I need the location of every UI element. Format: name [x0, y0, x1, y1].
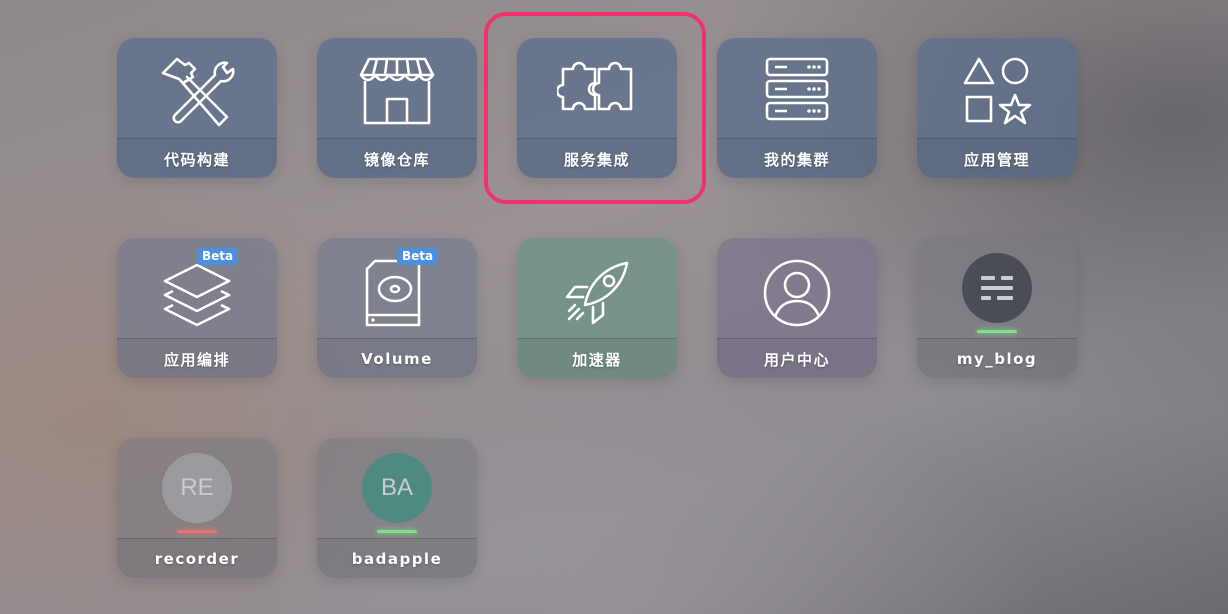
tile-label: my_blog — [917, 338, 1077, 378]
tile-label: 服务集成 — [517, 138, 677, 178]
status-indicator — [377, 530, 417, 533]
beta-badge: Beta — [197, 248, 239, 265]
tile-icon-area: RE — [117, 438, 277, 538]
rocket-icon — [557, 253, 637, 333]
tile-icon-area — [517, 38, 677, 138]
user-icon — [757, 253, 837, 333]
tile-icon-area: BA — [317, 438, 477, 538]
status-indicator — [177, 530, 217, 533]
app-tile-user-center[interactable]: 用户中心 — [717, 238, 877, 378]
tools-icon — [157, 53, 237, 133]
tile-label: 代码构建 — [117, 138, 277, 178]
tile-label: 加速器 — [517, 338, 677, 378]
tile-label: 我的集群 — [717, 138, 877, 178]
tile-icon-area — [717, 238, 877, 338]
tile-label: 用户中心 — [717, 338, 877, 378]
tile-label: Volume — [317, 338, 477, 378]
tile-icon-area: Beta — [317, 238, 477, 338]
tile-icon-area — [917, 238, 1077, 338]
app-tile-recorder[interactable]: RE recorder — [117, 438, 277, 578]
app-tile-my-cluster[interactable]: 我的集群 — [717, 38, 877, 178]
tile-icon-area — [317, 38, 477, 138]
stack-icon — [962, 253, 1032, 323]
disk-icon — [357, 253, 437, 333]
tile-label: 镜像仓库 — [317, 138, 477, 178]
app-tile-image-repo[interactable]: 镜像仓库 — [317, 38, 477, 178]
tile-icon-area — [917, 38, 1077, 138]
status-indicator — [977, 330, 1017, 333]
app-tile-service-integration[interactable]: 服务集成 — [517, 38, 677, 178]
server-icon — [757, 53, 837, 133]
shapes-icon — [957, 53, 1037, 133]
app-tile-accelerator[interactable]: 加速器 — [517, 238, 677, 378]
tile-label: 应用管理 — [917, 138, 1077, 178]
layers-icon — [157, 253, 237, 333]
avatar: BA — [362, 453, 432, 523]
store-icon — [357, 53, 437, 133]
app-tile-my-blog[interactable]: my_blog — [917, 238, 1077, 378]
app-tile-code-build[interactable]: 代码构建 — [117, 38, 277, 178]
app-tile-app-management[interactable]: 应用管理 — [917, 38, 1077, 178]
tile-icon-area — [717, 38, 877, 138]
tile-icon-area — [117, 38, 277, 138]
beta-badge: Beta — [397, 248, 439, 265]
avatar: RE — [162, 453, 232, 523]
tile-label: badapple — [317, 538, 477, 578]
app-tile-badapple[interactable]: BA badapple — [317, 438, 477, 578]
app-tile-volume[interactable]: Beta Volume — [317, 238, 477, 378]
tile-label: recorder — [117, 538, 277, 578]
tile-label: 应用编排 — [117, 338, 277, 378]
puzzle-icon — [557, 53, 637, 133]
tile-icon-area: Beta — [117, 238, 277, 338]
app-tile-app-orchestration[interactable]: Beta 应用编排 — [117, 238, 277, 378]
tile-icon-area — [517, 238, 677, 338]
